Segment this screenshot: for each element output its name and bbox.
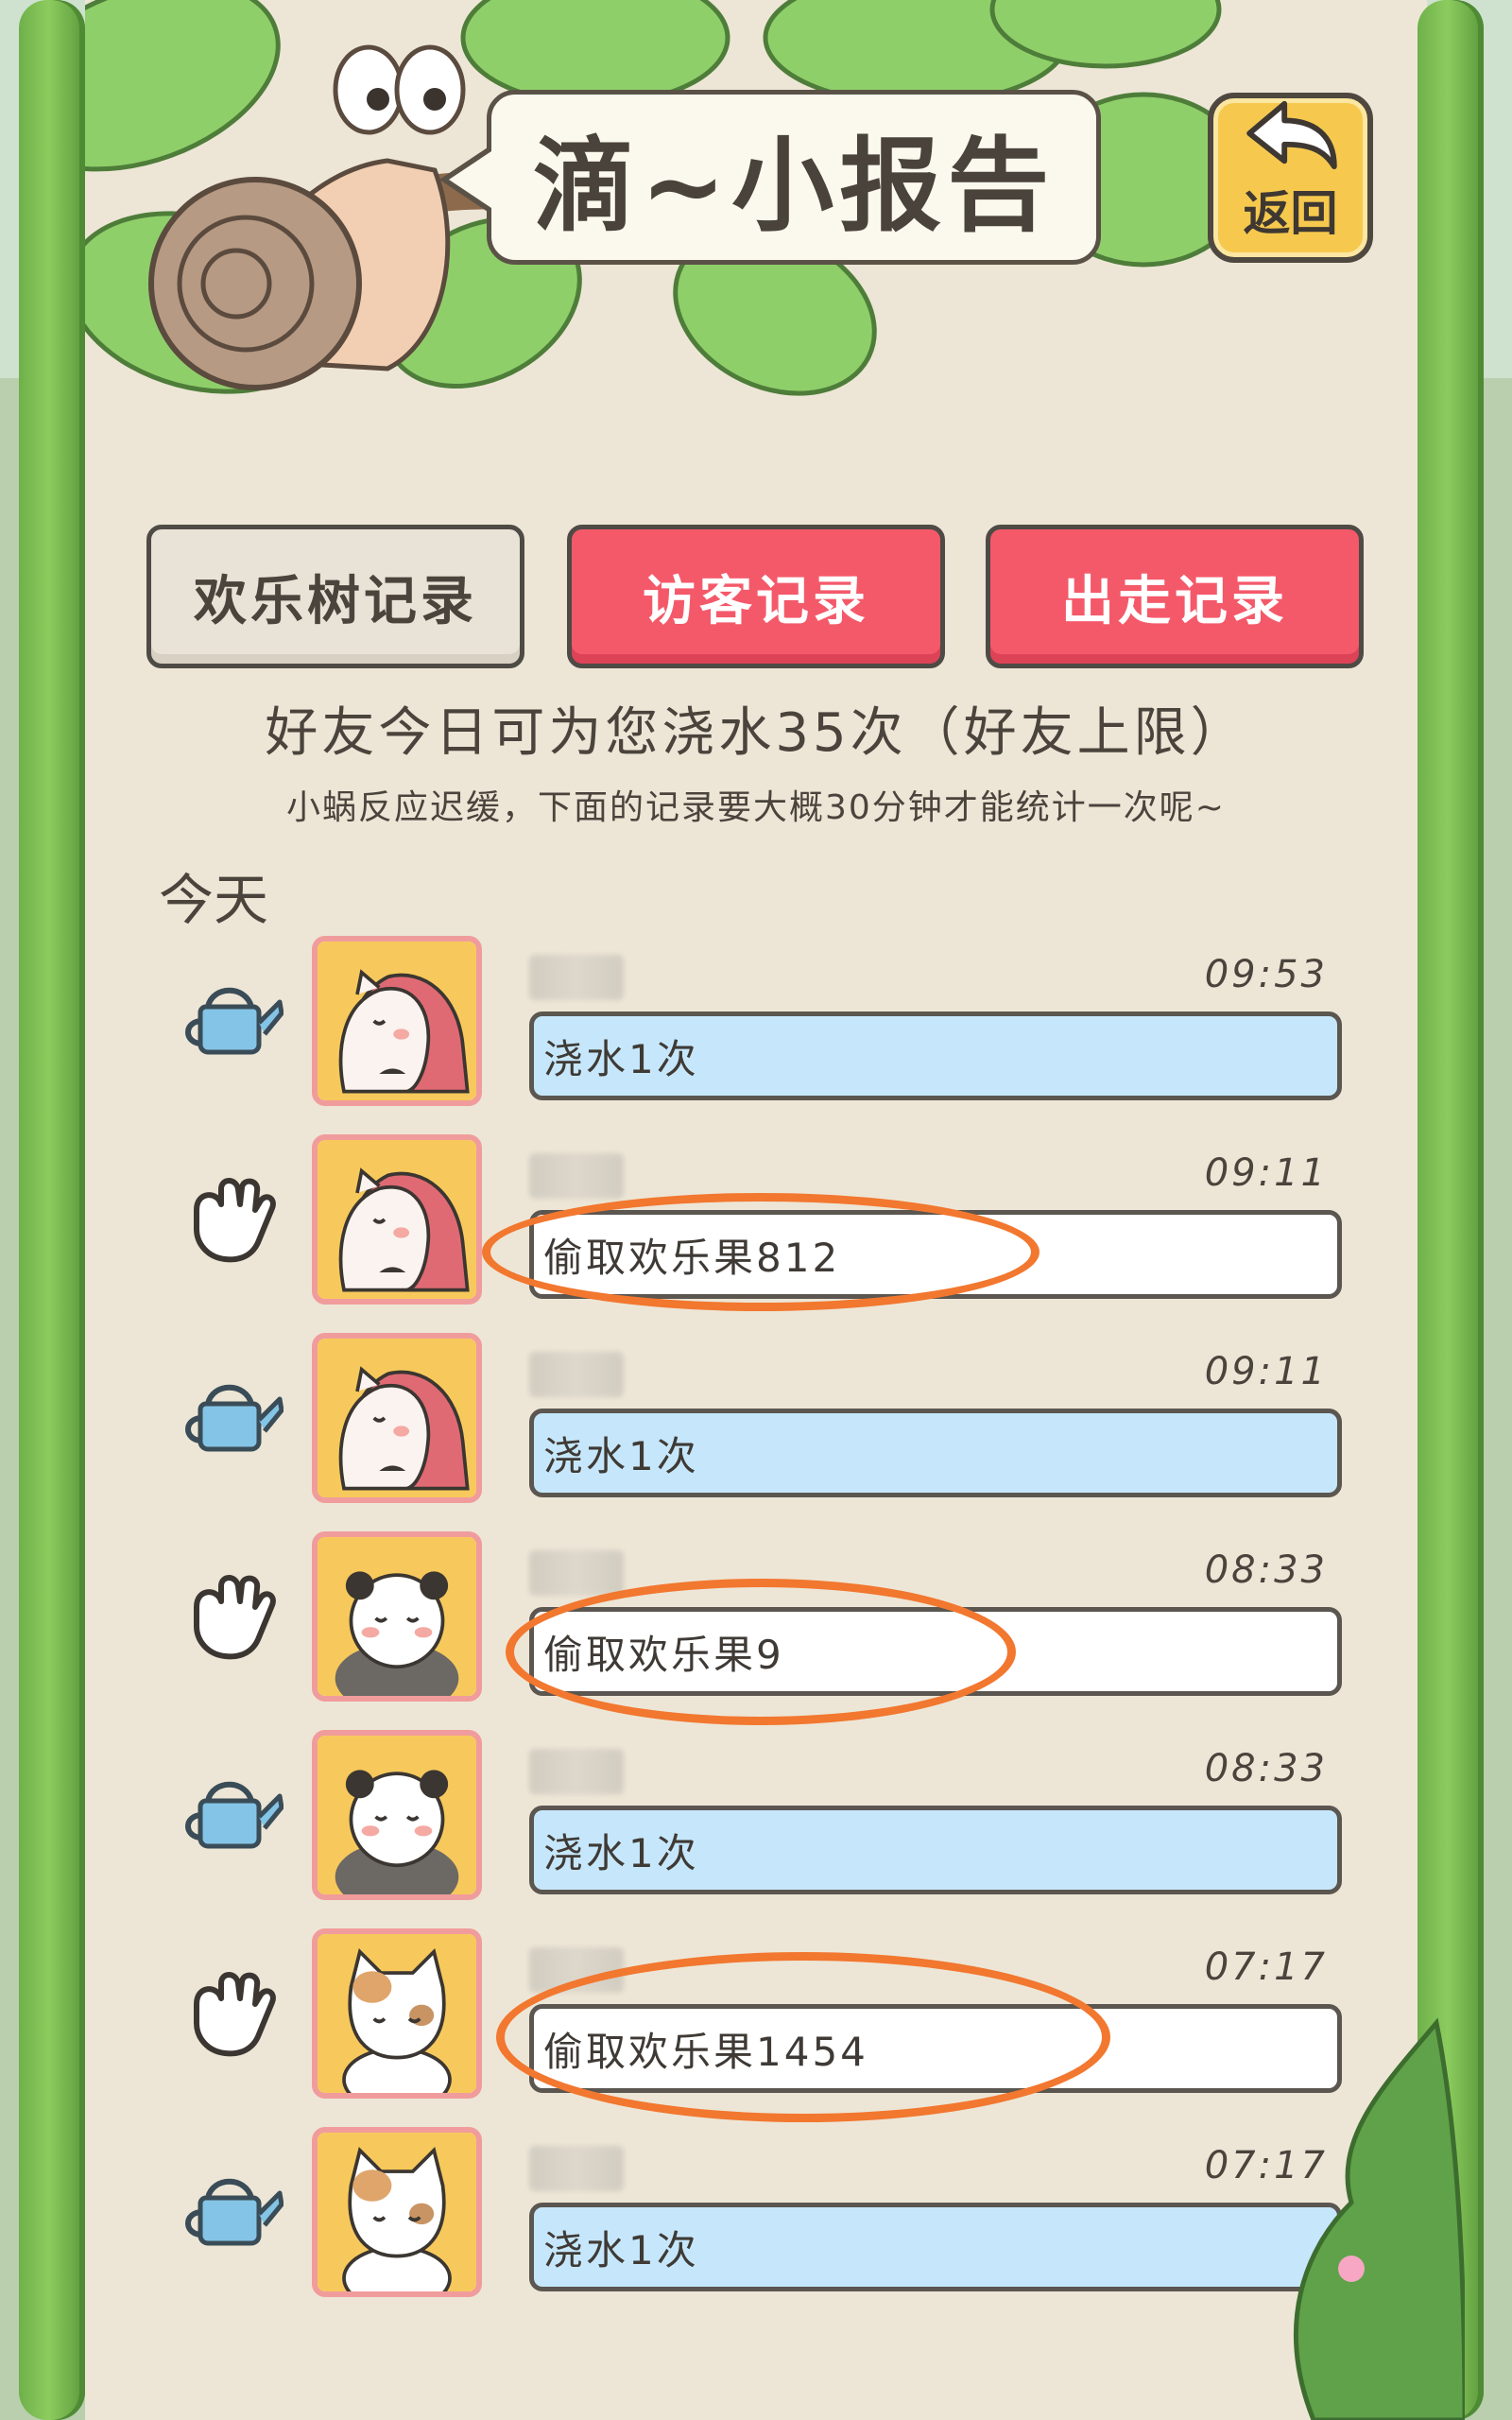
watering-limit-text: 好友今日可为您浇水35次（好友上限）: [265, 702, 1247, 764]
highlight-ring: [482, 1193, 1040, 1311]
record-time: 09:11: [1204, 1350, 1328, 1393]
record-text-bar: 浇水1次: [529, 1806, 1342, 1894]
grab-hand-icon: [180, 1172, 284, 1267]
back-arrow-icon: [1246, 100, 1337, 170]
tab-label: 出走记录: [1061, 570, 1288, 632]
blurred-friend-name: [529, 2146, 624, 2191]
blurred-friend-name: [529, 1153, 624, 1199]
hedgehog-avatar[interactable]: [312, 1134, 482, 1305]
bush-decoration: [1294, 2017, 1465, 2420]
record-row: 07:17 浇水1次: [180, 2127, 1351, 2297]
record-text: 浇水1次: [543, 2226, 699, 2273]
record-row: 09:53 浇水1次: [180, 936, 1351, 1106]
day-label: 今天: [159, 868, 269, 932]
left-vine-decoration: [19, 0, 85, 2420]
panda-avatar[interactable]: [312, 1730, 482, 1900]
record-text: 浇水1次: [543, 1829, 699, 1876]
blurred-friend-name: [529, 955, 624, 1000]
highlight-ring: [496, 1952, 1110, 2122]
tab-label: 欢乐树记录: [194, 570, 477, 632]
blurred-friend-name: [529, 1749, 624, 1794]
record-text-bar: 浇水1次: [529, 1409, 1342, 1497]
record-row: 08:33 浇水1次: [180, 1730, 1351, 1900]
cat-avatar[interactable]: [312, 1928, 482, 2099]
record-time: 08:33: [1204, 1747, 1328, 1790]
statistics-delay-note: 小蜗反应迟缓，下面的记录要大概30分钟才能统计一次呢~: [286, 788, 1226, 827]
record-time: 09:53: [1204, 953, 1328, 996]
grab-hand-icon: [180, 1569, 284, 1664]
blurred-friend-name: [529, 1550, 624, 1596]
hedgehog-avatar[interactable]: [312, 1333, 482, 1503]
panda-avatar[interactable]: [312, 1531, 482, 1702]
cat-avatar[interactable]: [312, 2127, 482, 2297]
back-button[interactable]: 返回: [1208, 93, 1373, 263]
watering-can-icon: [180, 2165, 284, 2259]
tab-departure-record[interactable]: 出走记录: [986, 525, 1364, 668]
watering-can-icon: [180, 974, 284, 1068]
page-title: 滴~小报告: [532, 127, 1056, 246]
watering-can-icon: [180, 1768, 284, 1862]
tab-visitor-record[interactable]: 访客记录: [567, 525, 945, 668]
page-title-bubble: 滴~小报告: [487, 90, 1101, 265]
record-text: 浇水1次: [543, 1035, 699, 1082]
grab-hand-icon: [180, 1966, 284, 2061]
back-button-label: 返回: [1243, 186, 1338, 241]
record-text-bar: 浇水1次: [529, 1011, 1342, 1100]
watering-can-icon: [180, 1371, 284, 1465]
record-time: 09:11: [1204, 1151, 1328, 1195]
tab-happy-tree-record[interactable]: 欢乐树记录: [146, 525, 524, 668]
hedgehog-avatar[interactable]: [312, 936, 482, 1106]
record-row: 09:11 浇水1次: [180, 1333, 1351, 1503]
highlight-ring: [506, 1579, 1016, 1725]
record-text: 浇水1次: [543, 1432, 699, 1479]
tab-label: 访客记录: [643, 570, 869, 632]
blurred-friend-name: [529, 1352, 624, 1397]
speech-bubble-tail-inner: [449, 149, 494, 210]
record-time: 08:33: [1204, 1548, 1328, 1592]
record-text-bar: 浇水1次: [529, 2203, 1342, 2291]
